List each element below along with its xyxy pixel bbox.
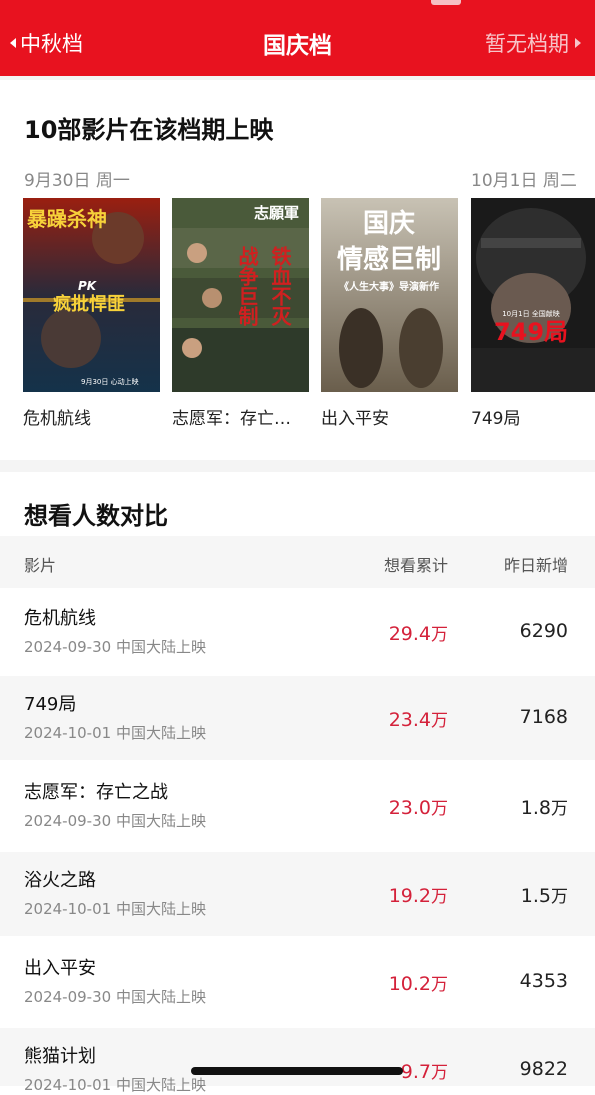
want-count: 10.2万: [388, 973, 448, 995]
film-name: 志愿军：存亡之战: [24, 782, 168, 803]
release-info: 2024-09-30 中国大陆上映: [24, 988, 206, 1006]
want-count: 29.4万: [388, 623, 448, 645]
header-divider: [0, 76, 595, 80]
next-schedule-button[interactable]: 暂无档期: [485, 28, 581, 58]
schedule-heading: 10部影片在该档期上映: [24, 116, 274, 144]
film-name: 749局: [24, 694, 77, 715]
release-info: 2024-09-30 中国大陆上映: [24, 812, 206, 830]
movie-poster-2[interactable]: 志願軍 战争巨制 铁血不灭: [172, 198, 309, 392]
new-count: 6290: [519, 620, 568, 642]
svg-text:志願軍: 志願軍: [254, 204, 299, 222]
new-count: 1.5万: [520, 885, 568, 907]
svg-text:铁血不灭: 铁血不灭: [268, 245, 292, 327]
table-row[interactable]: 749局 2024-10-01 中国大陆上映 23.4万 7168: [0, 676, 595, 760]
svg-text:749局: 749局: [494, 318, 568, 346]
movie-poster-3[interactable]: 国庆 情感巨制 《人生大事》导演新作: [321, 198, 458, 392]
column-want: 想看累计: [383, 556, 448, 575]
film-name: 危机航线: [24, 608, 96, 629]
movie-name-2[interactable]: 志愿军：存亡之战: [172, 404, 307, 429]
table-row[interactable]: 熊猫计划 2024-10-01 中国大陆上映 9.7万 9822: [0, 1028, 595, 1094]
scroll-indicator: [431, 0, 461, 5]
want-count: 9.7万: [400, 1061, 448, 1083]
svg-text:暴躁杀神: 暴躁杀神: [27, 207, 107, 231]
svg-text:9月30日 心动上映: 9月30日 心动上映: [81, 377, 139, 386]
movie-name-3[interactable]: 出入平安: [321, 404, 458, 429]
table-header: 影片 想看累计 昨日新增: [0, 536, 595, 588]
film-name: 浴火之路: [24, 870, 96, 891]
svg-text:10月1日 全国献映: 10月1日 全国献映: [502, 309, 560, 318]
release-info: 2024-10-01 中国大陆上映: [24, 724, 206, 742]
movie-name-4[interactable]: 749局: [471, 404, 595, 429]
table-row[interactable]: 危机航线 2024-09-30 中国大陆上映 29.4万 6290: [0, 590, 595, 674]
movie-name-1[interactable]: 危机航线: [23, 404, 160, 429]
chevron-right-icon: [575, 38, 581, 48]
release-info: 2024-10-01 中国大陆上映: [24, 1076, 206, 1094]
table-row[interactable]: 浴火之路 2024-10-01 中国大陆上映 19.2万 1.5万: [0, 852, 595, 936]
home-indicator[interactable]: [191, 1067, 403, 1075]
new-count: 9822: [519, 1058, 568, 1080]
svg-text:《人生大事》导演新作: 《人生大事》导演新作: [339, 280, 439, 293]
want-count: 23.0万: [388, 797, 448, 819]
new-count: 7168: [519, 706, 568, 728]
svg-text:PK: PK: [78, 279, 98, 293]
svg-text:情感巨制: 情感巨制: [337, 245, 441, 275]
top-nav-bar: 中秋档 国庆档 暂无档期: [0, 0, 595, 76]
want-count: 19.2万: [388, 885, 448, 907]
svg-text:疯批悍匪: 疯批悍匪: [53, 293, 125, 315]
new-count: 4353: [519, 970, 568, 992]
movie-poster-4[interactable]: 10月1日 全国献映 749局: [471, 198, 595, 392]
release-info: 2024-09-30 中国大陆上映: [24, 638, 206, 656]
date-label-2: 10月1日 周二: [471, 171, 577, 191]
movie-poster-1[interactable]: 暴躁杀神 PK 疯批悍匪 9月30日 心动上映: [23, 198, 160, 392]
column-new: 昨日新增: [503, 556, 568, 575]
next-schedule-label: 暂无档期: [485, 32, 569, 56]
date-label-1: 9月30日 周一: [24, 171, 130, 191]
new-count: 1.8万: [520, 797, 568, 819]
release-info: 2024-10-01 中国大陆上映: [24, 900, 206, 918]
table-row[interactable]: 出入平安 2024-09-30 中国大陆上映 10.2万 4353: [0, 940, 595, 1024]
svg-text:战争巨制: 战争巨制: [235, 246, 259, 327]
want-count: 23.4万: [388, 709, 448, 731]
film-name: 出入平安: [24, 958, 96, 979]
section-divider: [0, 460, 595, 472]
svg-text:国庆: 国庆: [363, 208, 415, 239]
film-name: 熊猫计划: [24, 1046, 96, 1067]
table-row[interactable]: 志愿军：存亡之战 2024-09-30 中国大陆上映 23.0万 1.8万: [0, 764, 595, 848]
comparison-heading: 想看人数对比: [24, 502, 168, 530]
column-film: 影片: [24, 556, 57, 575]
